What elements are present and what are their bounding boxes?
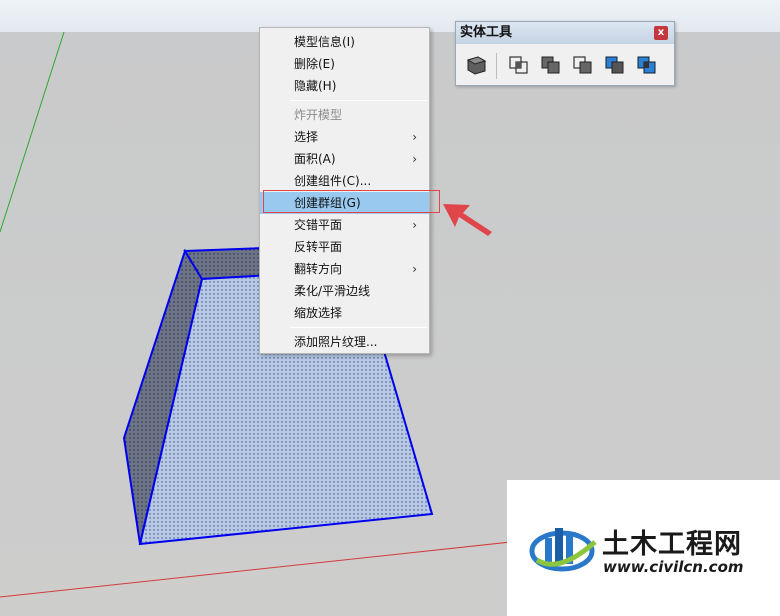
union-icon[interactable]: [538, 52, 564, 78]
menu-item-label: 面积(A): [294, 152, 336, 166]
submenu-arrow-icon: ›: [412, 130, 417, 144]
menu-item-label: 翻转方向: [294, 262, 343, 276]
trim-icon[interactable]: [602, 52, 628, 78]
menu-item-flip-along[interactable]: 翻转方向 ›: [260, 258, 429, 280]
menu-item-area[interactable]: 面积(A) ›: [260, 148, 429, 170]
menu-item-label: 交错平面: [294, 218, 343, 232]
menu-item-label: 模型信息(I): [294, 35, 355, 49]
submenu-arrow-icon: ›: [412, 152, 417, 166]
menu-item-intersect-faces[interactable]: 交错平面 ›: [260, 214, 429, 236]
submenu-arrow-icon: ›: [412, 262, 417, 276]
menu-item-select[interactable]: 选择 ›: [260, 126, 429, 148]
menu-item-label: 柔化/平滑边线: [294, 284, 371, 298]
menu-item-label: 选择: [294, 130, 319, 144]
menu-item-label: 反转平面: [294, 240, 343, 254]
menu-separator: [290, 100, 427, 101]
menu-item-label: 隐藏(H): [294, 79, 337, 93]
red-axis: [0, 540, 521, 598]
menu-item-model-info[interactable]: 模型信息(I): [260, 31, 429, 53]
menu-item-soften-edges[interactable]: 柔化/平滑边线: [260, 280, 429, 302]
toolbar-title: 实体工具: [460, 25, 513, 40]
menu-item-reverse-faces[interactable]: 反转平面: [260, 236, 429, 258]
close-icon[interactable]: x: [654, 26, 668, 40]
annotation-arrow: [443, 204, 492, 236]
subtract-icon[interactable]: [570, 52, 596, 78]
menu-item-label: 创建组件(C)...: [294, 174, 372, 188]
civilcn-logo-icon: [529, 528, 597, 572]
submenu-arrow-icon: ›: [412, 218, 417, 232]
solid-tools-toolbar[interactable]: 实体工具 x: [455, 21, 675, 86]
menu-item-label: 添加照片纹理...: [294, 335, 378, 349]
outer-shell-icon[interactable]: [464, 52, 490, 78]
menu-item-hide[interactable]: 隐藏(H): [260, 75, 429, 97]
green-axis: [0, 31, 65, 233]
watermark-url: www.civilcn.com: [603, 558, 744, 576]
toolbar-separator: [496, 53, 497, 79]
menu-item-label: 删除(E): [294, 57, 335, 71]
menu-item-label: 缩放选择: [294, 306, 343, 320]
menu-item-explode: 炸开模型: [260, 104, 429, 126]
menu-item-delete[interactable]: 删除(E): [260, 53, 429, 75]
intersect-icon[interactable]: [506, 52, 532, 78]
menu-item-make-group[interactable]: 创建群组(G): [260, 192, 429, 214]
watermark: 土木工程网 www.civilcn.com: [507, 480, 780, 616]
menu-separator: [290, 327, 427, 328]
watermark-title: 土木工程网: [602, 529, 742, 560]
menu-item-label: 创建群组(G): [294, 196, 361, 210]
menu-item-add-photo-texture[interactable]: 添加照片纹理...: [260, 331, 429, 353]
menu-item-zoom-selection[interactable]: 缩放选择: [260, 302, 429, 324]
modeling-viewport[interactable]: 模型信息(I) 删除(E) 隐藏(H) 炸开模型 选择 › 面积(A) › 创建组件…: [0, 0, 780, 616]
split-icon[interactable]: [634, 52, 660, 78]
context-menu: 模型信息(I) 删除(E) 隐藏(H) 炸开模型 选择 › 面积(A) › 创建组件…: [259, 27, 430, 354]
menu-item-make-component[interactable]: 创建组件(C)...: [260, 170, 429, 192]
toolbar-title-bar[interactable]: 实体工具 x: [456, 22, 674, 44]
menu-item-label: 炸开模型: [294, 108, 343, 122]
